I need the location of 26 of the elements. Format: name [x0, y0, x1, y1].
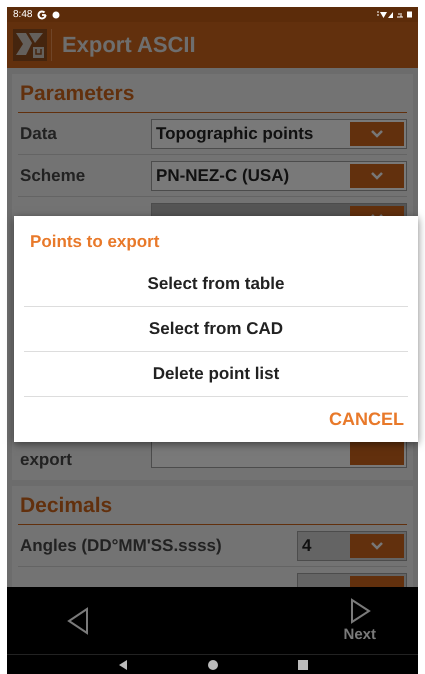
dialog-option[interactable]: Delete point list	[24, 352, 408, 397]
home-icon[interactable]	[208, 660, 218, 670]
field-label: Data	[19, 124, 58, 144]
status-icons	[376, 10, 412, 19]
section-title: Parameters	[18, 76, 407, 113]
google-g-icon	[37, 10, 48, 20]
circle-icon	[52, 10, 60, 18]
next-button[interactable]: Next	[339, 594, 380, 647]
field-label: export	[19, 449, 73, 470]
dialog-title: Points to export	[29, 231, 160, 253]
dialog-option[interactable]: Select from CAD	[24, 307, 408, 352]
dropdown[interactable]: Topographic points	[151, 118, 407, 148]
section-title: Decimals	[18, 488, 407, 525]
forward-triangle-icon	[348, 598, 371, 624]
status-time: 8:48	[13, 9, 32, 20]
dropdown[interactable]: 4	[297, 530, 407, 560]
cancel-button[interactable]: CANCEL	[325, 403, 408, 436]
back-triangle-icon	[66, 606, 90, 634]
dropdown[interactable]: PN-NEZ-C (USA)	[151, 160, 407, 190]
screen-title: Export ASCII	[62, 32, 196, 58]
recents-icon[interactable]	[298, 660, 308, 670]
field-label: Angles (DD°MM'SS.ssss)	[19, 536, 223, 556]
field-label: Scheme	[19, 166, 86, 186]
app-logo-icon	[13, 29, 52, 61]
back-icon[interactable]	[118, 660, 128, 670]
dialog-option[interactable]: Select from table	[24, 262, 408, 307]
